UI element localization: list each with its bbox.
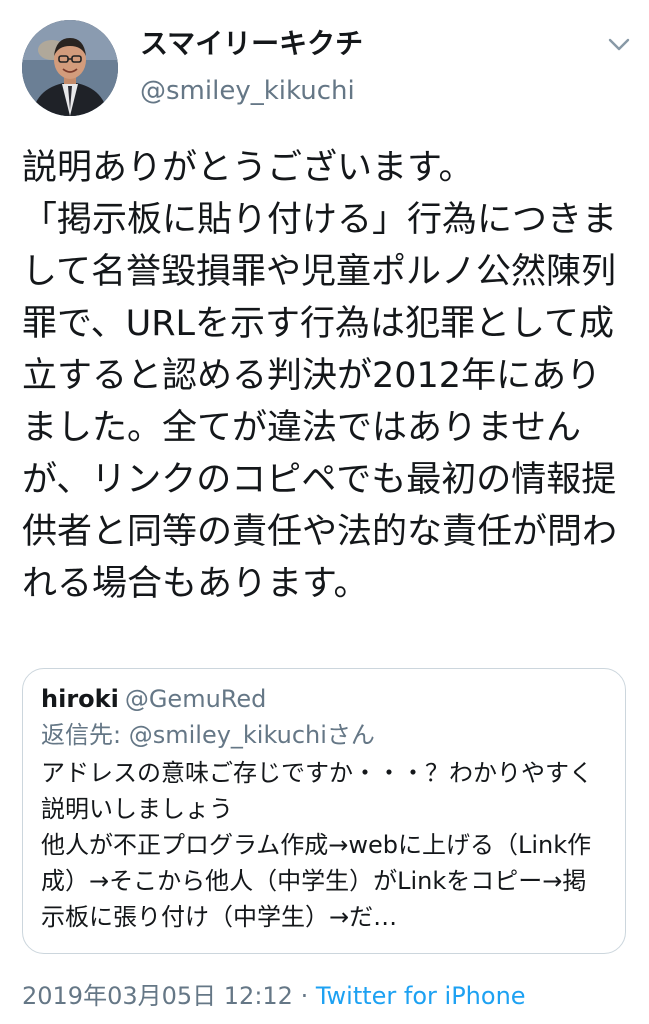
- quoted-author-name: hiroki: [41, 685, 119, 713]
- tweet-source-link[interactable]: Twitter for iPhone: [316, 982, 526, 1010]
- meta-separator: ·: [292, 982, 316, 1010]
- quoted-author-handle: @GemuRed: [124, 685, 267, 713]
- tweet-meta: 2019年03月05日 12:12 · Twitter for iPhone: [22, 980, 526, 1012]
- display-name[interactable]: スマイリーキクチ: [140, 26, 363, 62]
- quoted-tweet-header: hiroki @GemuRed: [41, 683, 607, 715]
- user-avatar[interactable]: [22, 20, 118, 116]
- reply-to-handle[interactable]: @smiley_kikuchiさん: [129, 721, 375, 749]
- quoted-tweet-text: アドレスの意味ご存じですか・・・？わかりやすく説明いしましょう 他人が不正プログ…: [41, 759, 593, 931]
- user-photo-avatar: [22, 20, 118, 116]
- reply-to-label: 返信先:: [41, 721, 129, 749]
- screen-name[interactable]: @smiley_kikuchi: [140, 74, 355, 108]
- quoted-tweet[interactable]: hiroki @GemuRed 返信先: @smiley_kikuchiさん アド…: [22, 668, 626, 954]
- quoted-reply-to: 返信先: @smiley_kikuchiさん: [41, 719, 607, 751]
- tweet-timestamp[interactable]: 2019年03月05日 12:12: [22, 982, 293, 1010]
- tweet-card: スマイリーキクチ @smiley_kikuchi 説明ありがとうございます。 「…: [0, 0, 649, 1024]
- chevron-down-icon: [608, 38, 630, 51]
- tweet-text: 説明ありがとうございます。 「掲示板に貼り付ける」行為につきまして名誉毀損罪や児…: [22, 148, 618, 604]
- tweet-menu-button[interactable]: [602, 30, 636, 60]
